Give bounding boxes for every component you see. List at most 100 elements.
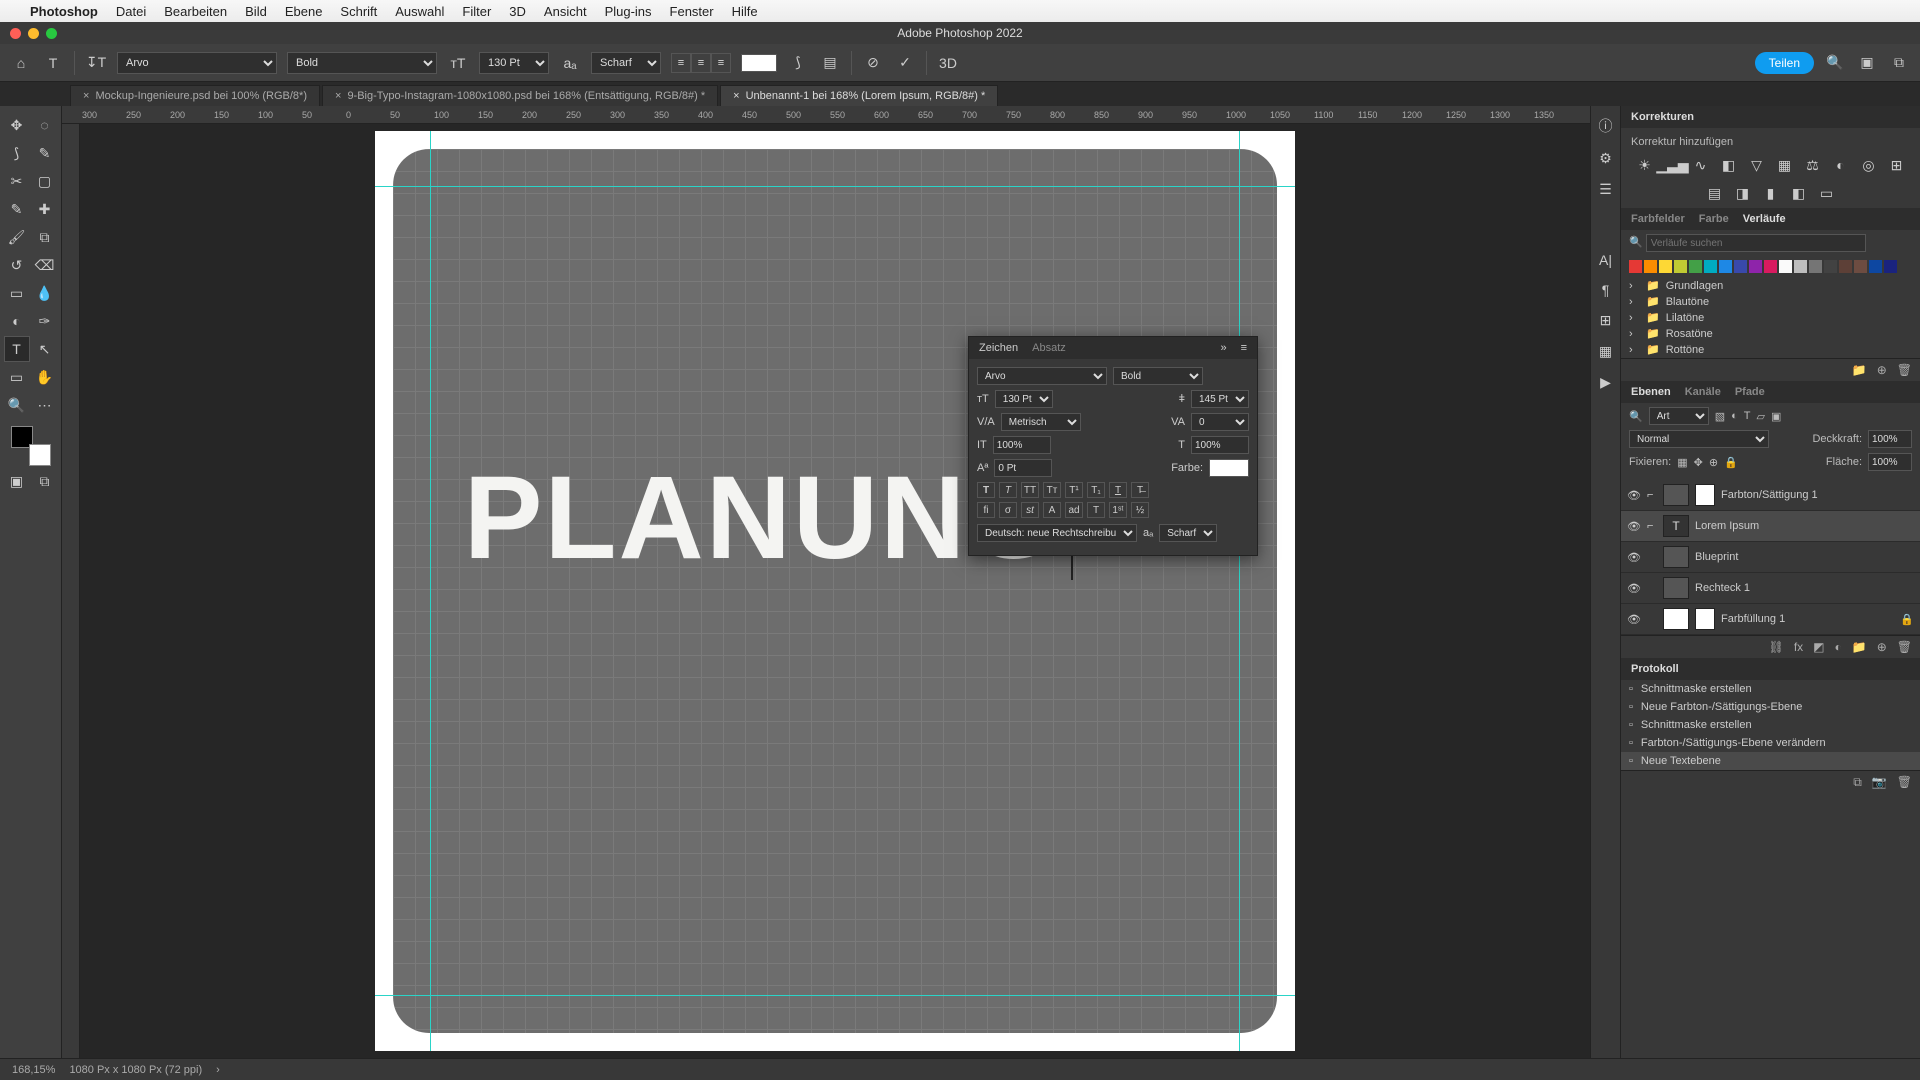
- gradient-swatch[interactable]: [1719, 260, 1732, 273]
- bg-color[interactable]: [29, 444, 51, 466]
- history-item[interactable]: ▫Neue Textebene: [1621, 752, 1920, 770]
- photo-filter-icon[interactable]: ◎: [1860, 156, 1878, 174]
- gradient-folder[interactable]: ›📁Rottöne: [1629, 343, 1912, 356]
- tab-farbe[interactable]: Farbe: [1699, 213, 1729, 225]
- superscript-button[interactable]: T¹: [1065, 482, 1083, 498]
- guide-horizontal[interactable]: [375, 995, 1295, 996]
- align-left-button[interactable]: ≡: [671, 53, 691, 73]
- cp-font-family[interactable]: Arvo: [977, 367, 1107, 385]
- new-adj-icon[interactable]: ◐: [1835, 640, 1842, 654]
- panel-korrekturen-header[interactable]: Korrekturen: [1621, 106, 1920, 128]
- cp-font-weight[interactable]: Bold: [1113, 367, 1203, 385]
- maximize-window-button[interactable]: [46, 28, 57, 39]
- menu-fenster[interactable]: Fenster: [670, 4, 714, 19]
- lock-pixels-icon[interactable]: ▦: [1677, 456, 1687, 469]
- gradient-tool[interactable]: ▭: [4, 280, 30, 306]
- gradient-swatch[interactable]: [1884, 260, 1897, 273]
- cp-leading[interactable]: 145 Pt: [1191, 390, 1249, 408]
- warp-text-icon[interactable]: ⟆: [787, 52, 809, 74]
- styles-icon[interactable]: ▦: [1599, 343, 1612, 360]
- brightness-icon[interactable]: ☀: [1636, 156, 1654, 174]
- zoom-tool[interactable]: 🔍: [4, 392, 30, 418]
- font-family-select[interactable]: Arvo: [117, 52, 277, 74]
- move-tool[interactable]: ✥: [4, 112, 30, 138]
- posterize-icon[interactable]: ▮: [1762, 184, 1780, 202]
- tab-farbfelder[interactable]: Farbfelder: [1631, 213, 1685, 225]
- character-panel[interactable]: Zeichen Absatz » ≡ ArvoBold тT130 Ptǂ145…: [968, 336, 1258, 556]
- cp-color-swatch[interactable]: [1209, 459, 1249, 477]
- cp-size[interactable]: 130 Pt: [995, 390, 1053, 408]
- layer-filter-select[interactable]: Art: [1649, 407, 1709, 425]
- gradient-folder[interactable]: ›📁Blautöne: [1629, 295, 1912, 308]
- menu-filter[interactable]: Filter: [462, 4, 491, 19]
- vibrance-icon[interactable]: ▽: [1748, 156, 1766, 174]
- panel-protokoll-header[interactable]: Protokoll: [1621, 658, 1920, 680]
- layer-name[interactable]: Blueprint: [1695, 551, 1738, 563]
- paragraph-icon[interactable]: ¶: [1602, 282, 1610, 298]
- gradient-folder[interactable]: ›📁Rosatöne: [1629, 327, 1912, 340]
- path-select-tool[interactable]: ↖: [32, 336, 58, 362]
- cp-language[interactable]: Deutsch: neue Rechtschreibu...: [977, 524, 1137, 542]
- filter-smart-icon[interactable]: ▣: [1771, 410, 1781, 423]
- lock-all-icon[interactable]: 🔒: [1724, 456, 1738, 469]
- menu-bild[interactable]: Bild: [245, 4, 267, 19]
- layer-name[interactable]: Farbton/Sättigung 1: [1721, 489, 1818, 501]
- ot-half[interactable]: ½: [1131, 502, 1149, 518]
- screenmode-toggle[interactable]: ⧉: [32, 468, 58, 494]
- more-tools[interactable]: ⋯: [32, 392, 58, 418]
- text-color-swatch[interactable]: [741, 54, 777, 72]
- eraser-tool[interactable]: ⌫: [32, 252, 58, 278]
- ot-A[interactable]: A: [1043, 502, 1061, 518]
- cp-baseline[interactable]: [994, 459, 1052, 477]
- guide-vertical[interactable]: [430, 131, 431, 1051]
- healing-tool[interactable]: ✚: [32, 196, 58, 222]
- tab-kanaele[interactable]: Kanäle: [1685, 386, 1721, 398]
- gradient-search-input[interactable]: [1646, 234, 1866, 252]
- fill-input[interactable]: [1868, 453, 1912, 471]
- chmixer-icon[interactable]: ⊞: [1888, 156, 1906, 174]
- gradient-swatch[interactable]: [1689, 260, 1702, 273]
- cancel-icon[interactable]: ⊘: [862, 52, 884, 74]
- hand-tool[interactable]: ✋: [32, 364, 58, 390]
- filter-shape-icon[interactable]: ▱: [1757, 410, 1765, 423]
- minimize-window-button[interactable]: [28, 28, 39, 39]
- menu-plugins[interactable]: Plug-ins: [605, 4, 652, 19]
- threshold-icon[interactable]: ◧: [1790, 184, 1808, 202]
- type-tool-icon[interactable]: T: [42, 52, 64, 74]
- type-tool[interactable]: T: [4, 336, 30, 362]
- lock-position-icon[interactable]: ✥: [1694, 456, 1703, 469]
- app-name[interactable]: Photoshop: [30, 4, 98, 19]
- marquee-tool[interactable]: ◌: [32, 112, 58, 138]
- ruler-horizontal[interactable]: 3002502001501005005010015020025030035040…: [62, 106, 1590, 124]
- gradient-swatch[interactable]: [1704, 260, 1717, 273]
- libraries-icon[interactable]: ☰: [1599, 181, 1612, 198]
- arrange-icon[interactable]: ⧉: [1888, 52, 1910, 74]
- new-layer-icon[interactable]: ⊕: [1877, 640, 1887, 654]
- gradient-swatch[interactable]: [1779, 260, 1792, 273]
- gradient-folder[interactable]: ›📁Lilatöne: [1629, 311, 1912, 324]
- ot-1st[interactable]: 1ˢᵗ: [1109, 502, 1127, 518]
- exposure-icon[interactable]: ◧: [1720, 156, 1738, 174]
- ot-st[interactable]: st: [1021, 502, 1039, 518]
- frame-tool[interactable]: ▢: [32, 168, 58, 194]
- gradient-swatch[interactable]: [1809, 260, 1822, 273]
- glyphs-icon[interactable]: ⊞: [1600, 312, 1612, 329]
- cp-kerning[interactable]: Metrisch: [1001, 413, 1081, 431]
- layer-row[interactable]: 👁⌐TLorem Ipsum: [1621, 511, 1920, 542]
- text-orientation-icon[interactable]: ↧T: [85, 52, 107, 74]
- layer-row[interactable]: 👁Blueprint: [1621, 542, 1920, 573]
- tab-ebenen[interactable]: Ebenen: [1631, 386, 1671, 398]
- search-icon[interactable]: 🔍: [1824, 52, 1846, 74]
- layer-name[interactable]: Rechteck 1: [1695, 582, 1750, 594]
- panel-verlaufe-header[interactable]: Farbfelder Farbe Verläufe: [1621, 208, 1920, 230]
- clone-tool[interactable]: ⧉: [32, 224, 58, 250]
- blur-tool[interactable]: 💧: [32, 280, 58, 306]
- ot-sigma[interactable]: σ: [999, 502, 1017, 518]
- strike-button[interactable]: T̶: [1131, 482, 1149, 498]
- cp-tracking[interactable]: 0: [1191, 413, 1249, 431]
- ruler-vertical[interactable]: [62, 124, 80, 1058]
- opacity-input[interactable]: [1868, 430, 1912, 448]
- antialias-select[interactable]: Scharf: [591, 52, 661, 74]
- document-tab[interactable]: ×Mockup-Ingenieure.psd bei 100% (RGB/8*): [70, 85, 320, 106]
- smallcaps-button[interactable]: Tᴛ: [1043, 482, 1061, 498]
